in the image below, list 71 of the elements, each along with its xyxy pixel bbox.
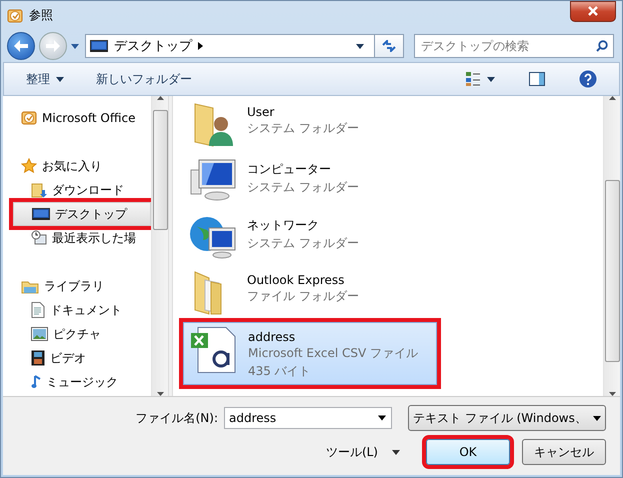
file-size: 435 バイト (248, 363, 312, 380)
file-item[interactable]: User システム フォルダー (183, 98, 435, 154)
sidebar-item[interactable]: ビデオ (21, 346, 151, 370)
file-type: Microsoft Excel CSV ファイル (248, 345, 418, 362)
file-name: ネットワーク (247, 217, 320, 234)
preview-pane-icon (529, 72, 545, 86)
breadcrumb-item[interactable]: デスクトップ (114, 37, 192, 55)
new-folder-button[interactable]: 新しいフォルダー (88, 68, 200, 90)
file-type: ファイル フォルダー (247, 288, 359, 305)
file-type-dropdown[interactable]: テキスト ファイル (Windows、 (408, 405, 606, 431)
scrollbar[interactable] (603, 96, 620, 396)
dropdown-caret-icon (593, 416, 601, 420)
back-button[interactable] (7, 32, 35, 60)
view-list-icon (465, 71, 481, 87)
file-type: システム フォルダー (247, 120, 359, 137)
folder-download-icon (31, 182, 47, 198)
library-folder-icon (21, 278, 39, 294)
star-icon (21, 158, 37, 174)
organize-menu[interactable]: 整理 (18, 68, 72, 90)
help-icon (579, 70, 597, 88)
dropdown-caret-icon (392, 450, 400, 454)
sidebar-item[interactable]: 最近表示した場 (21, 226, 151, 250)
recent-pages-caret-icon (71, 44, 79, 48)
globe-monitor-icon (189, 214, 237, 260)
scrollbar[interactable] (151, 96, 168, 396)
refresh-button[interactable] (374, 35, 403, 57)
sidebar-item[interactable]: ピクチャ (21, 322, 151, 346)
close-button[interactable] (570, 0, 616, 22)
refresh-icon (382, 40, 396, 52)
sidebar-item[interactable]: ダウンロード (21, 178, 151, 202)
scroll-thumb[interactable] (604, 180, 620, 362)
file-name: Outlook Express (247, 273, 346, 287)
right-arrow-icon (46, 40, 60, 52)
search-field[interactable]: デスクトップの検索 (414, 34, 614, 58)
dropdown-caret-icon (356, 44, 364, 48)
file-item[interactable]: ネットワーク システム フォルダー (183, 210, 435, 266)
csv-file-icon (190, 327, 238, 373)
file-item[interactable]: コンピューター システム フォルダー (183, 154, 435, 210)
left-arrow-icon (14, 40, 28, 52)
film-icon (31, 350, 45, 366)
chevron-right-icon (198, 42, 203, 50)
sidebar-item[interactable]: ライブラリ (21, 274, 151, 298)
window-title: 参照 (29, 7, 53, 24)
sidebar-item[interactable]: Microsoft Office (21, 106, 151, 130)
picture-icon (31, 327, 48, 341)
sidebar-item[interactable]: ドキュメント (21, 298, 151, 322)
clock-monitor-icon (31, 230, 47, 246)
tools-menu[interactable]: ツール(L) (320, 442, 406, 462)
sidebar-item[interactable]: ミュージック (21, 370, 151, 394)
filename-label: ファイル名(N): (136, 410, 218, 426)
address-bar[interactable]: デスクトップ (85, 34, 404, 58)
scroll-thumb[interactable] (152, 110, 168, 230)
file-name: address (248, 330, 296, 344)
caret-icon (487, 76, 495, 82)
music-note-icon (31, 375, 41, 389)
file-type: システム フォルダー (247, 235, 359, 252)
caret-icon (56, 76, 64, 82)
sidebar-item[interactable]: お気に入り (21, 154, 151, 178)
desktop-icon (32, 207, 50, 221)
filename-field[interactable]: address (224, 407, 392, 429)
search-icon (596, 40, 608, 52)
dropdown-caret-icon (378, 416, 386, 420)
file-name: User (247, 105, 276, 119)
desktop-icon (90, 39, 108, 53)
computer-icon (189, 158, 237, 202)
file-type: システム フォルダー (247, 179, 359, 196)
document-icon (31, 302, 45, 318)
file-item[interactable]: Outlook Express ファイル フォルダー (183, 266, 435, 322)
cancel-button[interactable]: キャンセル (522, 439, 606, 465)
file-name: コンピューター (247, 161, 332, 178)
close-icon (588, 6, 598, 16)
